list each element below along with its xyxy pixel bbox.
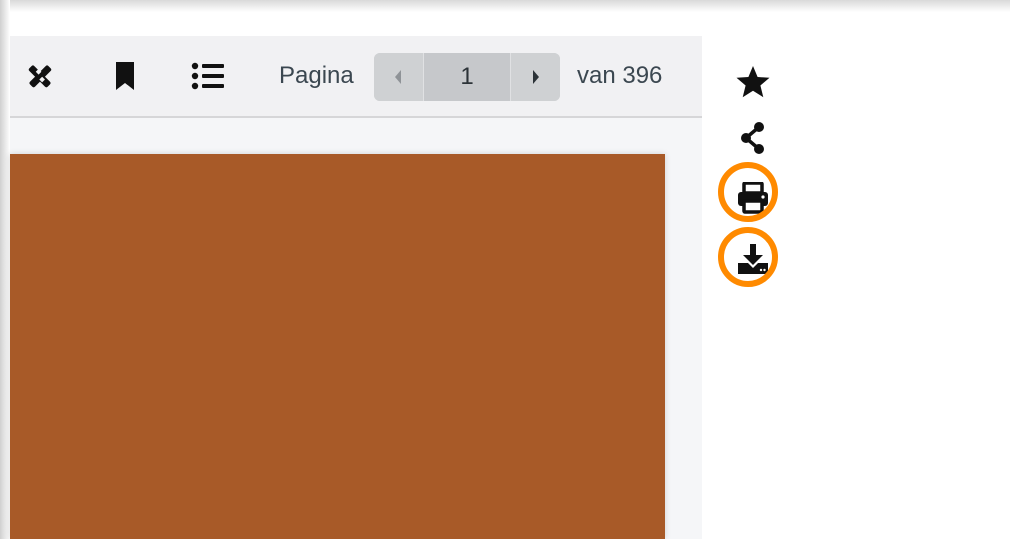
document-page bbox=[10, 154, 665, 539]
top-shadow bbox=[0, 0, 1010, 12]
bookmark-icon[interactable] bbox=[108, 61, 142, 91]
annotate-icon[interactable] bbox=[23, 61, 57, 91]
table-of-contents-icon[interactable] bbox=[191, 61, 225, 91]
previous-page-button[interactable] bbox=[374, 53, 422, 101]
chevron-right-icon bbox=[533, 70, 539, 84]
favorite-star-icon[interactable] bbox=[733, 62, 773, 102]
screenshot-frame: Pagina 1 van 396 bbox=[0, 0, 1010, 539]
share-icon[interactable] bbox=[733, 118, 773, 158]
page-label: Pagina bbox=[279, 62, 354, 89]
document-viewer: Pagina 1 van 396 bbox=[10, 36, 702, 539]
next-page-button[interactable] bbox=[512, 53, 560, 101]
left-shadow bbox=[0, 0, 10, 539]
download-icon[interactable] bbox=[733, 239, 773, 279]
print-icon[interactable] bbox=[733, 178, 773, 218]
page-number-input[interactable]: 1 bbox=[423, 53, 511, 101]
viewer-toolbar: Pagina 1 van 396 bbox=[10, 36, 702, 118]
chevron-left-icon bbox=[395, 70, 401, 84]
total-pages-label: van 396 bbox=[577, 62, 663, 89]
page-navigator: 1 bbox=[374, 53, 560, 101]
